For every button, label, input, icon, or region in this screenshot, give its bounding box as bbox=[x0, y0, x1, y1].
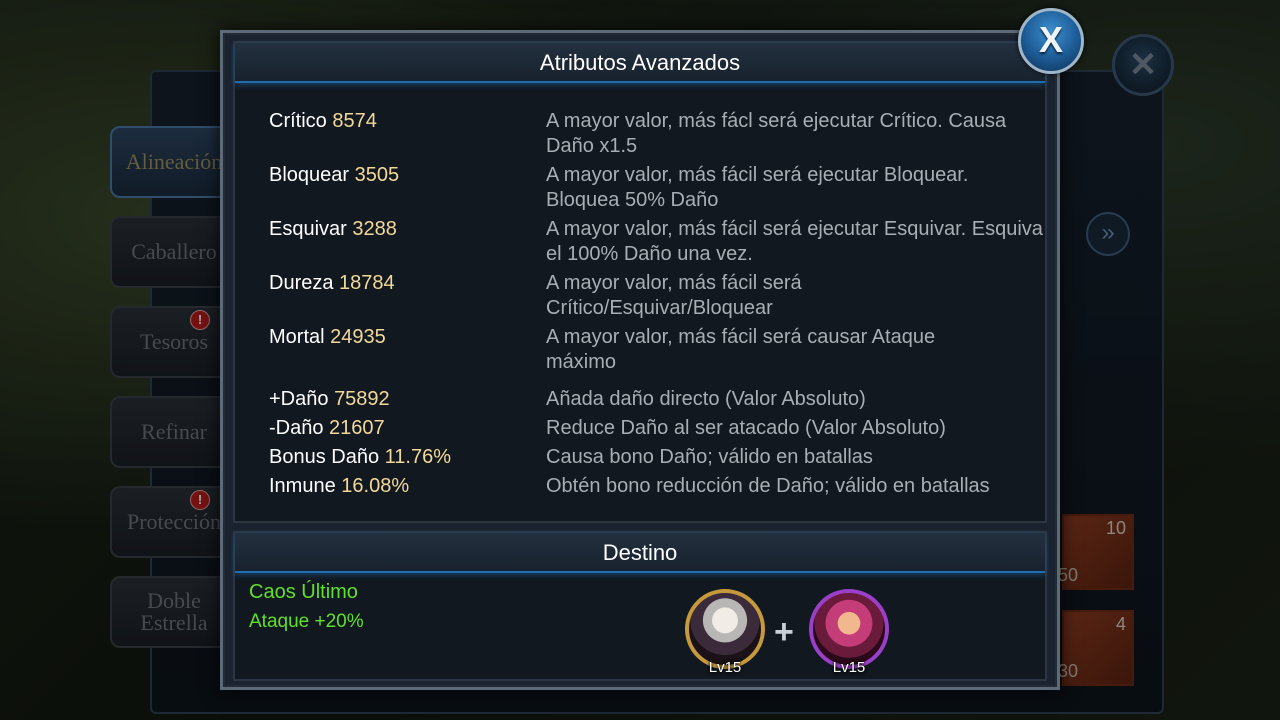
destiny-bonus: Ataque +20% bbox=[249, 611, 364, 632]
attribute-name: +Daño 75892 bbox=[269, 388, 390, 410]
hero-portrait-white-hair[interactable] bbox=[685, 589, 765, 669]
hero-level: Lv15 bbox=[708, 659, 742, 676]
attribute-value: 24935 bbox=[330, 326, 386, 348]
attribute-description: A mayor valor, más fácil será causar Ata… bbox=[546, 326, 936, 373]
attribute-name: Crítico 8574 bbox=[269, 110, 377, 132]
modal-title: Atributos Avanzados bbox=[235, 43, 1045, 83]
attribute-description: Causa bono Daño; válido en batallas bbox=[546, 446, 873, 468]
destiny-section: Destino Caos Último Ataque +20% Lv15 + L… bbox=[233, 531, 1047, 681]
attribute-description: Obtén bono reducción de Daño; válido en … bbox=[546, 475, 990, 497]
destiny-title: Destino bbox=[235, 533, 1045, 573]
destiny-name: Caos Último bbox=[249, 581, 358, 603]
attribute-description: Añada daño directo (Valor Absoluto) bbox=[546, 388, 866, 410]
attribute-description: A mayor valor, más fácil será Crítico/Es… bbox=[546, 272, 802, 319]
attribute-name: Esquivar 3288 bbox=[269, 218, 397, 240]
attribute-description: A mayor valor, más fácl será ejecutar Cr… bbox=[546, 110, 1007, 157]
attribute-value: 18784 bbox=[339, 272, 395, 294]
attribute-description: Reduce Daño al ser atacado (Valor Absolu… bbox=[546, 417, 946, 439]
attribute-name: Mortal 24935 bbox=[269, 326, 386, 348]
attribute-value: 11.76% bbox=[384, 446, 451, 468]
plus-icon: + bbox=[774, 613, 794, 651]
attribute-description: A mayor valor, más fácil será ejecutar E… bbox=[546, 218, 1043, 265]
hero-level: Lv15 bbox=[832, 659, 866, 676]
attribute-name: -Daño 21607 bbox=[269, 417, 385, 439]
attribute-value: 3505 bbox=[354, 164, 400, 186]
attribute-value: 3288 bbox=[352, 218, 397, 240]
hero-portrait-pink-hair[interactable] bbox=[809, 589, 889, 669]
attribute-name: Bloquear 3505 bbox=[269, 164, 400, 186]
attribute-value: 75892 bbox=[334, 388, 390, 410]
attribute-description: A mayor valor, más fácil será ejecutar B… bbox=[546, 164, 969, 211]
attribute-name: Bonus Daño 11.76% bbox=[269, 446, 451, 468]
attribute-value: 16.08% bbox=[341, 475, 410, 497]
advanced-attributes-modal: Atributos Avanzados Crítico 8574 A mayor… bbox=[220, 30, 1060, 690]
attribute-value: 21607 bbox=[329, 417, 385, 439]
attribute-name: Inmune 16.08% bbox=[269, 475, 410, 497]
attribute-name: Dureza 18784 bbox=[269, 272, 395, 294]
close-button[interactable]: X bbox=[1018, 8, 1084, 74]
attribute-value: 8574 bbox=[332, 110, 377, 132]
attributes-section: Atributos Avanzados Crítico 8574 A mayor… bbox=[233, 41, 1047, 523]
